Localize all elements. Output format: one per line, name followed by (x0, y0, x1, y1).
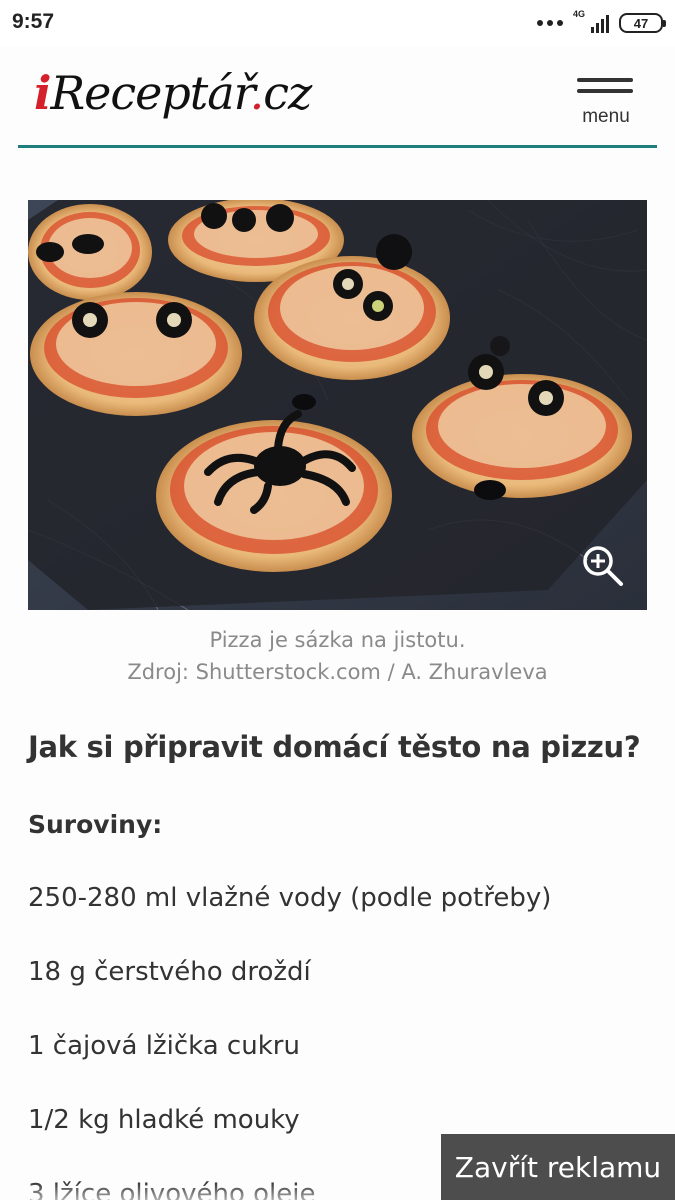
article-image[interactable] (28, 200, 647, 610)
caption-source: Zdroj: Shutterstock.com / A. Zhuravleva (127, 660, 548, 684)
status-time: 9:57 (12, 10, 55, 33)
status-icons: 4G 47 (537, 9, 666, 36)
signal-icon: 4G (573, 9, 609, 35)
hamburger-icon (577, 78, 633, 82)
ingredient-item: 18 g čerstvého droždí (28, 957, 311, 987)
caption-text: Pizza je sázka na jistotu. (209, 628, 466, 652)
ingredient-item: 1 čajová lžička cukru (28, 1031, 300, 1061)
zoom-icon[interactable] (581, 544, 625, 588)
pizza-photo (28, 200, 647, 610)
article-body: Jak si připravit domácí těsto na pizzu? … (28, 724, 647, 1200)
more-notifications-icon (537, 20, 563, 26)
header-divider (18, 145, 657, 148)
battery-icon: 47 (619, 13, 666, 33)
menu-button[interactable]: menu (577, 78, 635, 132)
content-fade (0, 1182, 441, 1200)
status-bar: 9:57 4G 47 (0, 0, 675, 46)
hamburger-icon-bar (577, 89, 633, 93)
menu-label: menu (582, 106, 630, 127)
ingredients-label: Suroviny: (28, 810, 163, 839)
site-logo[interactable]: iReceptář.cz (34, 66, 312, 120)
image-caption: Pizza je sázka na jistotu. Zdroj: Shutte… (28, 624, 647, 688)
site-header: iReceptář.cz menu (0, 46, 675, 150)
section-heading: Jak si připravit domácí těsto na pizzu? (28, 730, 641, 764)
network-type: 4G (573, 9, 586, 19)
ingredient-item: 250-280 ml vlažné vody (podle potřeby) (28, 883, 552, 913)
close-ad-button[interactable]: Zavřít reklamu (441, 1134, 675, 1200)
